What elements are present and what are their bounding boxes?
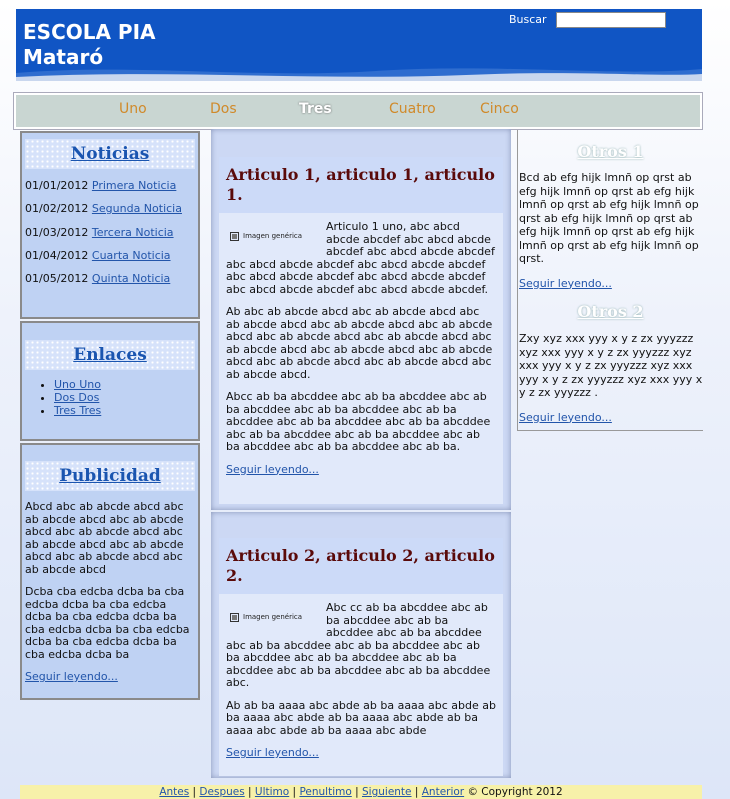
article-2-paragraph-2: Ab ab ba aaaa abc abde ab ba aaaa abc ab… <box>226 698 496 737</box>
article-2-title: Articulo 2, articulo 2, articulo 2. <box>219 538 503 594</box>
article-1-paragraph-2: Ab abc ab abcde abcd abc ab abcde abcd a… <box>226 305 493 381</box>
nav-item-dos[interactable]: Dos <box>210 101 237 117</box>
article-1-more-link[interactable]: Seguir leyendo... <box>226 463 319 476</box>
site-header: ESCOLA PIA Mataró Buscar <box>16 9 702 81</box>
enlaces-list: Uno Uno Dos Dos Tres Tres <box>54 378 198 417</box>
nav-item-uno[interactable]: Uno <box>119 101 147 117</box>
footer-link-antes[interactable]: Antes <box>159 786 189 798</box>
nav-item-cinco[interactable]: Cinco <box>480 101 519 117</box>
article-1-paragraph-3: Abcc ab ba abcddee abc ab ba abcddee abc… <box>226 390 491 453</box>
news-date: 01/03/2012 <box>25 225 89 239</box>
article-1-title: Articulo 1, articulo 1, articulo 1. <box>219 157 503 213</box>
image-label: Imagen genérica <box>243 612 303 621</box>
news-item: 01/05/2012 Quinta Noticia <box>25 272 198 295</box>
nav-item-cuatro[interactable]: Cuatro <box>389 101 436 117</box>
footer-link-ultimo[interactable]: Ultimo <box>255 786 289 798</box>
news-link[interactable]: Cuarta Noticia <box>92 249 171 262</box>
footer: Antes | Despues | Ultimo | Penultimo | S… <box>20 785 702 799</box>
news-date: 01/05/2012 <box>25 272 89 286</box>
news-item: 01/01/2012 Primera Noticia <box>25 179 198 202</box>
enlace-item: Uno Uno <box>54 378 198 391</box>
footer-link-anterior[interactable]: Anterior <box>422 786 464 798</box>
nav-item-tres[interactable]: Tres <box>299 101 332 117</box>
otros-1-text: Bcd ab efg hijk lmnñ op qrst ab efg hijk… <box>519 171 699 265</box>
article-2: Articulo 2, articulo 2, articulo 2. Imag… <box>211 512 511 778</box>
enlace-item: Tres Tres <box>54 404 198 417</box>
enlaces-title[interactable]: Enlaces <box>25 340 195 370</box>
enlace-link-uno[interactable]: Uno Uno <box>54 378 101 391</box>
search-input[interactable] <box>556 12 666 28</box>
news-item: 01/04/2012 Cuarta Noticia <box>25 249 198 272</box>
news-link[interactable]: Segunda Noticia <box>92 202 182 215</box>
news-item: 01/03/2012 Tercera Noticia <box>25 226 198 249</box>
article-1-image: Imagen genérica <box>230 227 318 245</box>
image-icon <box>230 231 239 241</box>
otros-1-more-link[interactable]: Seguir leyendo... <box>519 277 612 290</box>
otros-2-text: Zxy xyz xxx yyy x y z zx yyyzzz xyz xxx … <box>519 332 703 399</box>
footer-link-siguiente[interactable]: Siguiente <box>362 786 412 798</box>
otros-2-more-link[interactable]: Seguir leyendo... <box>519 411 612 424</box>
article-2-more-link[interactable]: Seguir leyendo... <box>226 746 319 759</box>
publicidad-text-1: Abcd abc ab abcde abcd abc ab abcde abcd… <box>25 500 184 576</box>
title-line-1: ESCOLA PIA <box>23 20 156 44</box>
news-link[interactable]: Tercera Noticia <box>92 226 174 239</box>
news-date: 01/02/2012 <box>25 202 89 216</box>
image-icon <box>230 612 239 622</box>
publicidad-text-2: Dcba cba edcba dcba ba cba edcba dcba ba… <box>25 585 190 661</box>
search-label: Buscar <box>509 13 547 26</box>
publicidad-title[interactable]: Publicidad <box>25 461 195 491</box>
news-item: 01/02/2012 Segunda Noticia <box>25 202 198 225</box>
footer-link-penultimo[interactable]: Penultimo <box>299 786 351 798</box>
enlace-link-tres[interactable]: Tres Tres <box>54 404 101 417</box>
enlace-item: Dos Dos <box>54 391 198 404</box>
news-link[interactable]: Quinta Noticia <box>92 272 170 285</box>
news-date: 01/01/2012 <box>25 179 89 192</box>
copyright: © Copyright 2012 <box>467 786 563 798</box>
image-label: Imagen genérica <box>243 231 303 240</box>
news-date: 01/04/2012 <box>25 248 89 262</box>
footer-link-despues[interactable]: Despues <box>199 786 244 798</box>
enlace-link-dos[interactable]: Dos Dos <box>54 391 99 404</box>
otros-2-title[interactable]: Otros 2 <box>518 302 703 321</box>
publicidad-box: Publicidad Abcd abc ab abcde abcd abc ab… <box>20 443 200 700</box>
noticias-title[interactable]: Noticias <box>25 139 195 169</box>
article-2-image: Imagen genérica <box>230 608 318 626</box>
news-link[interactable]: Primera Noticia <box>92 179 176 192</box>
enlaces-box: Enlaces Uno Uno Dos Dos Tres Tres <box>20 321 200 441</box>
article-1: Articulo 1, articulo 1, articulo 1. Imag… <box>211 129 511 510</box>
publicidad-more-link[interactable]: Seguir leyendo... <box>25 670 118 683</box>
main-nav: Uno Dos Tres Cuatro Cinco <box>13 92 703 130</box>
header-wave <box>16 68 702 81</box>
noticias-box: Noticias 01/01/2012 Primera Noticia 01/0… <box>20 131 200 319</box>
right-column: Otros 1 Bcd ab efg hijk lmnñ op qrst ab … <box>517 130 703 431</box>
otros-1-title[interactable]: Otros 1 <box>518 142 703 161</box>
noticias-list: 01/01/2012 Primera Noticia 01/02/2012 Se… <box>25 179 198 295</box>
